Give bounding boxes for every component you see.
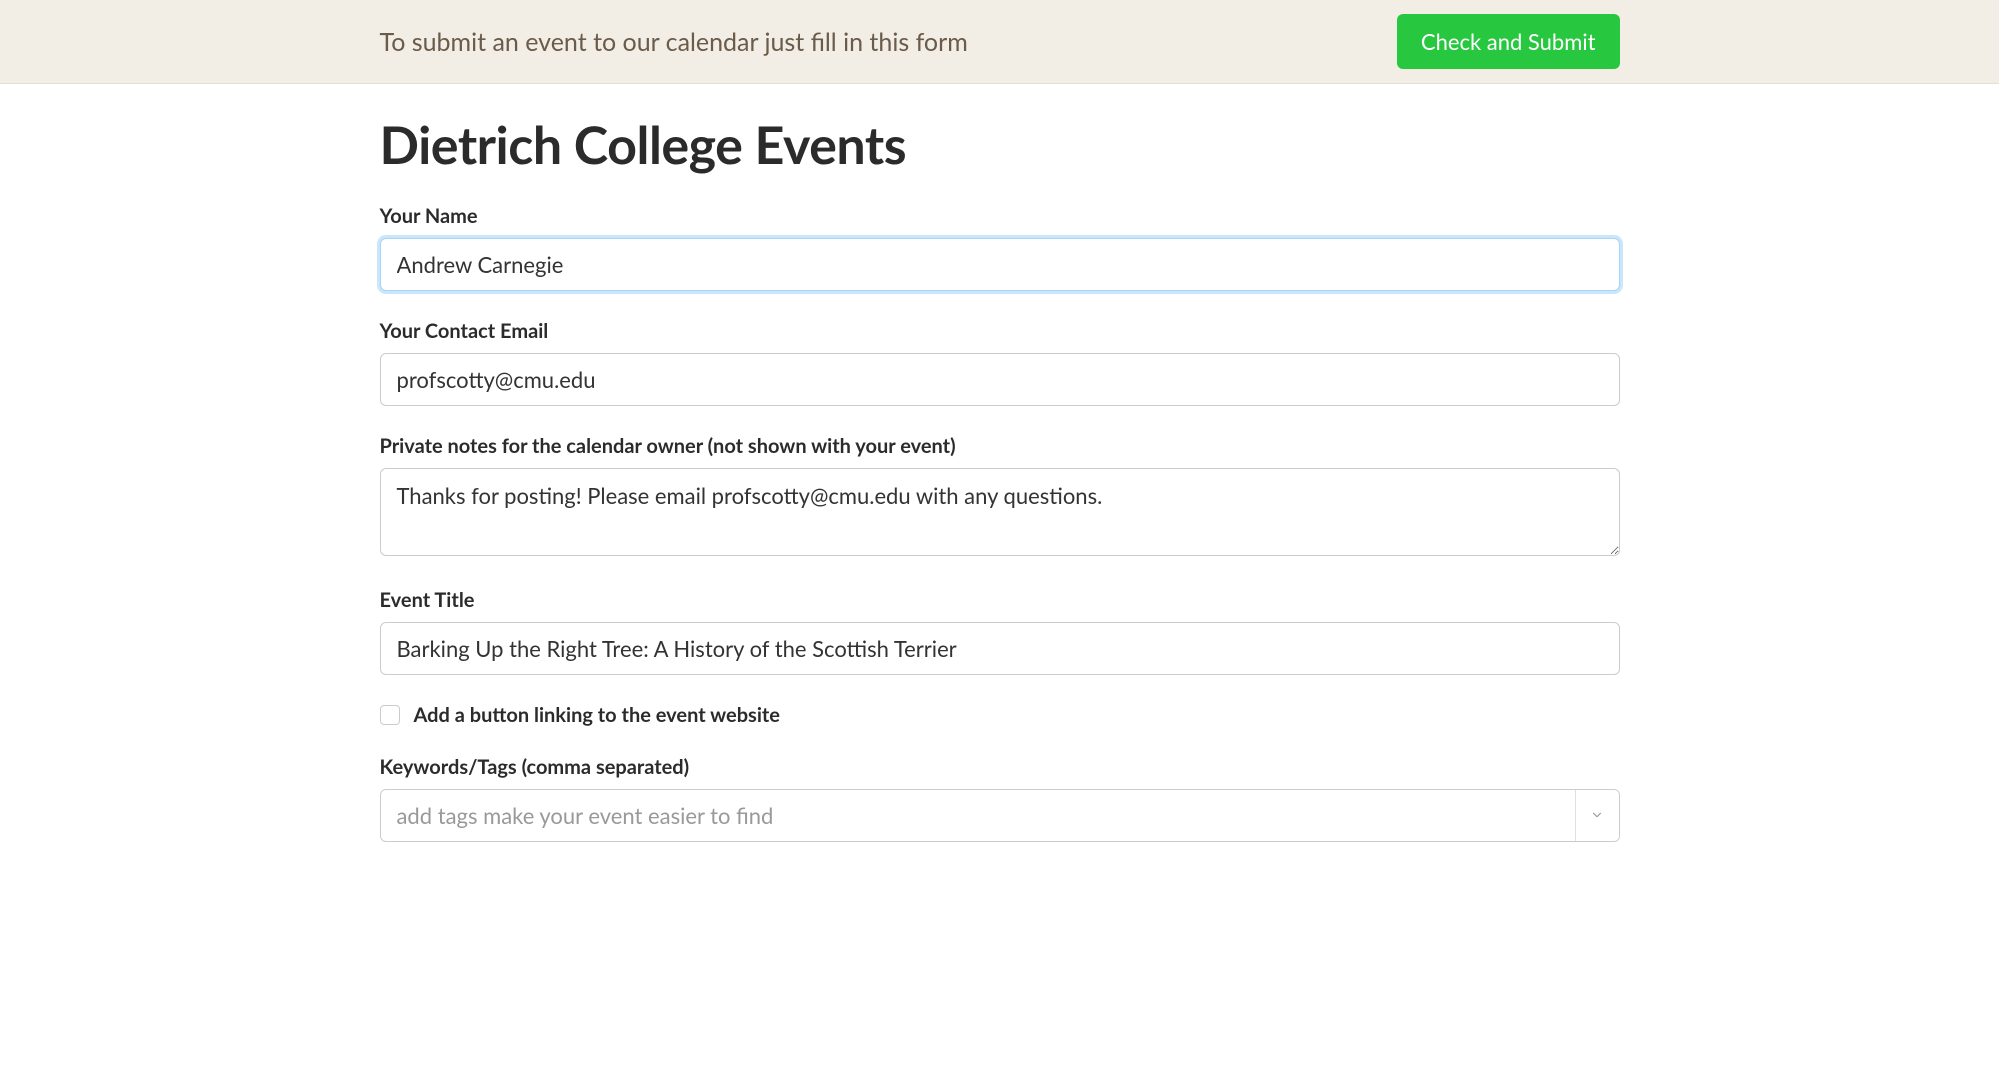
tags-input-wrapper [380,789,1620,842]
private-notes-group: Private notes for the calendar owner (no… [380,434,1620,560]
website-button-group: Add a button linking to the event websit… [380,703,1620,727]
page-title: Dietrich College Events [380,114,1620,176]
tags-label: Keywords/Tags (comma separated) [380,755,1620,779]
tags-group: Keywords/Tags (comma separated) [380,755,1620,842]
tags-input[interactable] [381,790,1575,841]
check-and-submit-button[interactable]: Check and Submit [1397,14,1620,69]
tags-dropdown-button[interactable] [1575,790,1619,841]
add-website-button-label[interactable]: Add a button linking to the event websit… [414,703,780,727]
name-input[interactable] [380,238,1620,291]
add-website-button-checkbox[interactable] [380,705,400,725]
email-group: Your Contact Email [380,319,1620,406]
name-label: Your Name [380,204,1620,228]
chevron-down-icon [1590,808,1604,822]
event-title-group: Event Title [380,588,1620,675]
instruction-text: To submit an event to our calendar just … [380,27,968,57]
event-title-label: Event Title [380,588,1620,612]
private-notes-label: Private notes for the calendar owner (no… [380,434,1620,458]
event-title-input[interactable] [380,622,1620,675]
email-label: Your Contact Email [380,319,1620,343]
name-group: Your Name [380,204,1620,291]
email-input[interactable] [380,353,1620,406]
top-bar: To submit an event to our calendar just … [0,0,1999,84]
form-container: Dietrich College Events Your Name Your C… [370,84,1630,910]
private-notes-textarea[interactable] [380,468,1620,556]
top-bar-inner: To submit an event to our calendar just … [370,14,1630,69]
